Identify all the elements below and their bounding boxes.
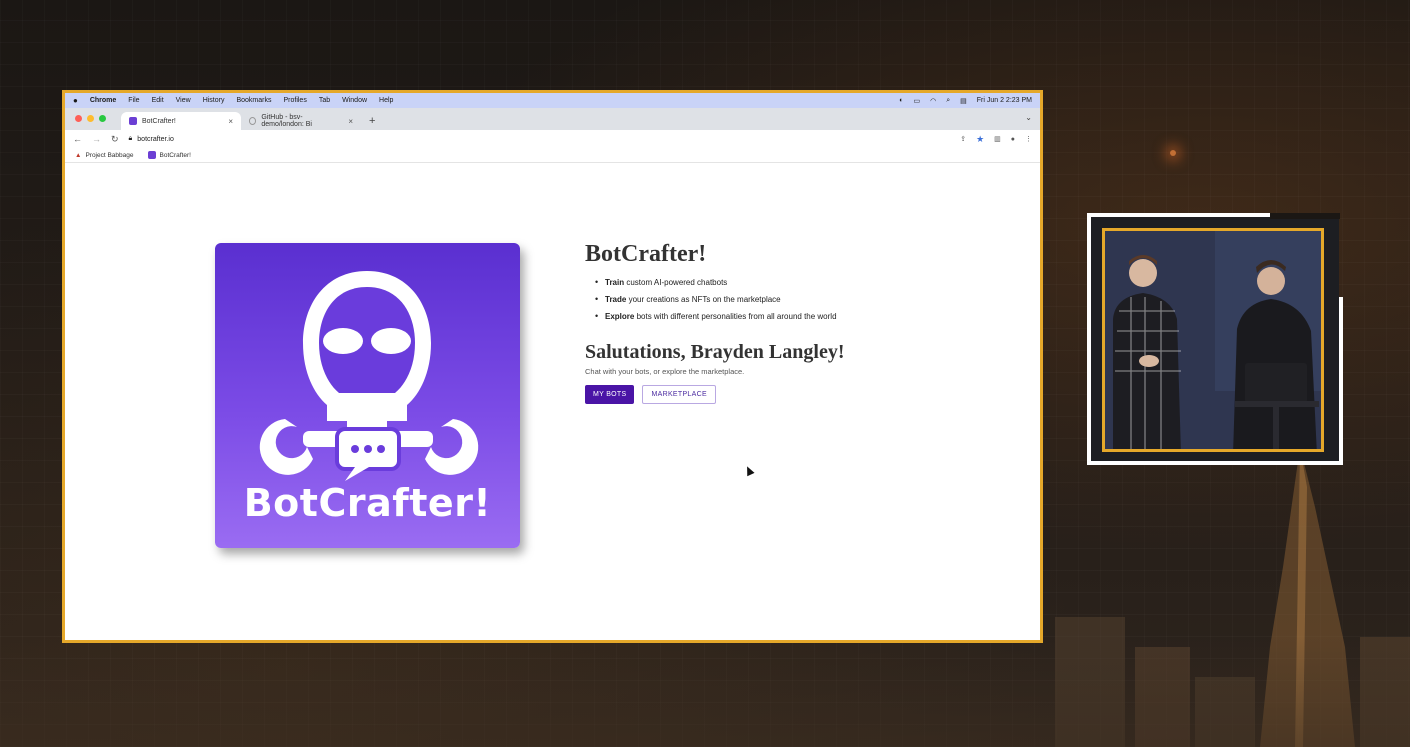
window-controls [75, 115, 106, 122]
mac-menu-bar: ● Chrome File Edit View History Bookmark… [65, 93, 1040, 108]
menu-window[interactable]: Window [342, 97, 367, 104]
menu-clock[interactable]: Fri Jun 2 2:23 PM [977, 97, 1032, 104]
bookmark-project-babbage[interactable]: ▲ Project Babbage [75, 152, 134, 159]
apple-icon[interactable]: ● [73, 96, 78, 105]
reload-icon[interactable]: ↻ [111, 134, 119, 145]
menu-help[interactable]: Help [379, 97, 393, 104]
feature-item: Trade your creations as NFTs on the mark… [585, 294, 1005, 304]
battery-icon[interactable]: ▭ [913, 97, 920, 105]
botcrafter-logo: BotCrafter! [215, 243, 520, 548]
shared-screen: ● Chrome File Edit View History Bookmark… [62, 90, 1043, 643]
menu-history[interactable]: History [203, 97, 225, 104]
address-bar[interactable]: 🔒︎ botcrafter.io [129, 135, 174, 143]
robot-favicon-icon [129, 117, 137, 125]
feature-item: Explore bots with different personalitie… [585, 311, 1005, 321]
feature-item: Train custom AI-powered chatbots [585, 277, 1005, 287]
tab-github[interactable]: GitHub - bsv-demo/london: Bi × [241, 112, 361, 130]
close-window-icon[interactable] [75, 115, 82, 122]
tab-title: GitHub - bsv-demo/london: Bi [261, 114, 312, 128]
babbage-icon: ▲ [75, 151, 82, 159]
frame-gap [1270, 213, 1340, 219]
menu-profiles[interactable]: Profiles [283, 97, 306, 104]
menu-file[interactable]: File [128, 97, 139, 104]
address-url: botcrafter.io [137, 135, 174, 143]
my-bots-button[interactable]: MY BOTS [585, 385, 635, 404]
menu-tab[interactable]: Tab [319, 97, 330, 104]
wifi-icon[interactable]: ◠ [930, 97, 936, 105]
tab-search-icon[interactable]: ⌄ [1025, 113, 1032, 122]
feature-list: Train custom AI-powered chatbots Trade y… [585, 277, 1005, 321]
feature-keyword: Train [605, 278, 625, 287]
menu-bookmarks[interactable]: Bookmarks [236, 97, 271, 104]
new-tab-button[interactable]: + [361, 112, 383, 130]
marketplace-button[interactable]: MARKETPLACE [642, 385, 716, 404]
bookmark-label: Project Babbage [85, 151, 134, 159]
minimize-window-icon[interactable] [87, 115, 94, 122]
feature-keyword: Explore [605, 312, 635, 321]
feature-text: your creations as NFTs on the marketplac… [626, 295, 781, 304]
presenter-video [1102, 228, 1324, 452]
github-favicon-icon [249, 117, 257, 125]
forward-icon[interactable]: → [92, 134, 101, 144]
zoom-window-icon[interactable] [99, 115, 106, 122]
tab-title: BotCrafter! [142, 117, 176, 125]
bookmarks-bar: ▲ Project Babbage BotCrafter! [65, 148, 1040, 163]
presenters-image [1105, 231, 1321, 449]
feature-text: custom AI-powered chatbots [624, 278, 728, 287]
control-center-icon[interactable]: ▤ [960, 97, 967, 105]
feature-text: bots with different personalities from a… [634, 312, 837, 321]
greeting-subtitle: Chat with your bots, or explore the mark… [585, 367, 745, 376]
bookmark-botcrafter[interactable]: BotCrafter! [147, 151, 191, 159]
close-tab-icon[interactable]: × [348, 117, 353, 126]
page-title: BotCrafter! [585, 241, 707, 267]
menu-edit[interactable]: Edit [152, 97, 164, 104]
city-foreground [0, 637, 1410, 747]
side-panel-icon[interactable]: ▥ [994, 135, 1001, 143]
moon-icon[interactable]: ◐ [899, 97, 903, 104]
back-icon[interactable]: ← [73, 134, 82, 144]
tab-botcrafter[interactable]: BotCrafter! × [121, 112, 241, 130]
mouse-cursor-icon [743, 464, 755, 477]
greeting-heading: Salutations, Brayden Langley! [585, 341, 845, 363]
web-page: BotCrafter! BotCrafter! Train custom AI-… [65, 163, 1040, 640]
action-buttons: MY BOTS MARKETPLACE [585, 385, 1005, 404]
profile-icon[interactable]: ● [1011, 136, 1015, 143]
share-icon[interactable]: ⇪ [960, 135, 966, 143]
bookmark-label: BotCrafter! [159, 151, 191, 159]
menu-app-name[interactable]: Chrome [90, 97, 116, 104]
search-icon[interactable]: ⌕ [946, 97, 950, 105]
menu-view[interactable]: View [176, 97, 191, 104]
stage-light [1170, 150, 1176, 156]
feature-keyword: Trade [605, 295, 627, 304]
tab-strip: BotCrafter! × GitHub - bsv-demo/london: … [65, 108, 1040, 130]
bookmark-star-icon[interactable]: ★ [976, 134, 984, 145]
more-menu-icon[interactable]: ⋮ [1025, 135, 1032, 143]
robot-favicon-icon [147, 151, 156, 159]
lock-icon: 🔒︎ [128, 135, 133, 142]
browser-toolbar: ← → ↻ 🔒︎ botcrafter.io ⇪ ★ ▥ ● ⋮ [65, 130, 1040, 148]
hero-content: BotCrafter! Train custom AI-powered chat… [585, 241, 1005, 404]
logo-wordmark: BotCrafter! [243, 481, 492, 525]
close-tab-icon[interactable]: × [228, 117, 233, 126]
